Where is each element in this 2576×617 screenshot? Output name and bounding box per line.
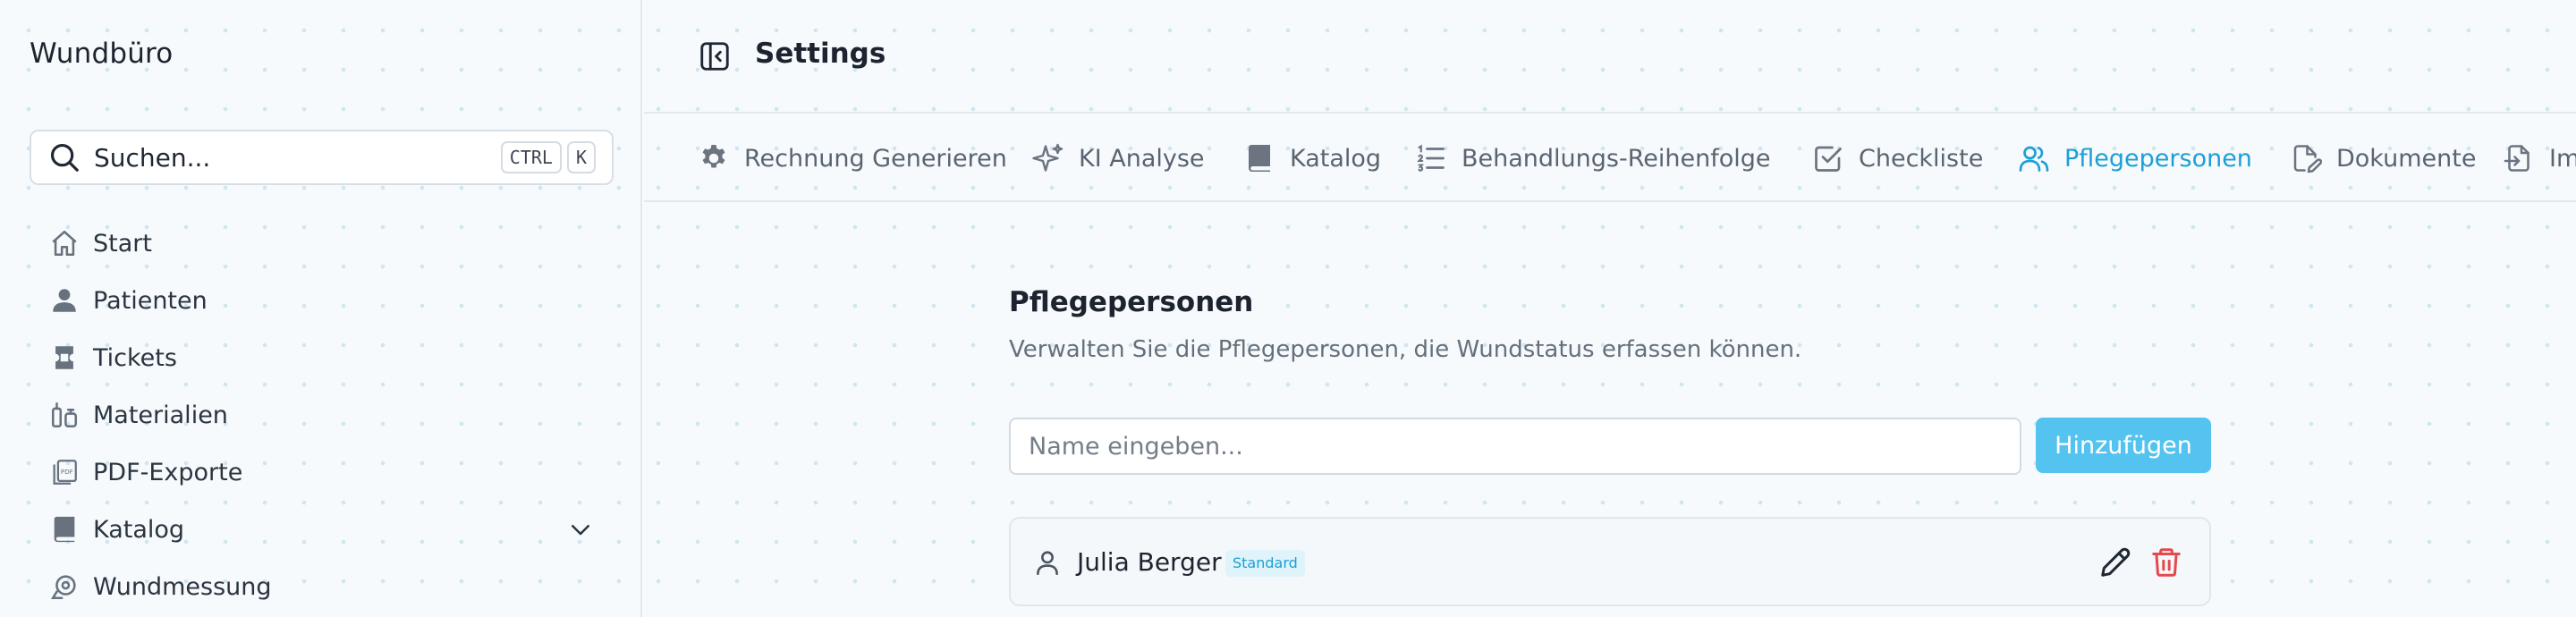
pdf-icon: PDF xyxy=(49,457,80,487)
add-caregiver-button[interactable]: Hinzufügen xyxy=(2036,418,2211,473)
status-badge: Standard xyxy=(1225,550,1305,577)
checkbox-icon xyxy=(1812,142,1844,174)
add-caregiver-row: Hinzufügen xyxy=(1009,418,2211,475)
sidebar-item-label: Wundmessung xyxy=(93,572,272,601)
import-icon xyxy=(2503,142,2535,174)
sidebar-nav: Start Patienten Tickets Materialien PDF … xyxy=(30,215,614,615)
sidebar-item-label: Materialien xyxy=(93,401,228,429)
tab-label: Checkliste xyxy=(1859,144,1984,173)
sidebar-item-patienten[interactable]: Patienten xyxy=(30,272,614,329)
measure-icon xyxy=(49,571,80,602)
svg-text:PDF: PDF xyxy=(61,468,73,476)
tab-ki-analyse[interactable]: KI Analyse xyxy=(1032,114,1205,200)
tab-import[interactable]: Im xyxy=(2503,114,2576,200)
chevron-down-icon[interactable] xyxy=(567,516,594,543)
gear-icon xyxy=(698,142,730,174)
tab-rechnung-generieren[interactable]: Rechnung Generieren xyxy=(698,114,1007,200)
shortcut-key-k: K xyxy=(566,141,596,173)
sparkle-icon xyxy=(1032,142,1064,174)
tab-behandlungs-reihenfolge[interactable]: Behandlungs-Reihenfolge xyxy=(1415,114,1771,200)
sidebar-item-label: Katalog xyxy=(93,515,185,544)
pencil-icon[interactable] xyxy=(2098,545,2132,579)
sidebar-item-wundmessung[interactable]: Wundmessung xyxy=(30,558,614,615)
materials-icon xyxy=(49,400,80,430)
search-icon xyxy=(47,140,81,174)
user-icon xyxy=(1032,547,1063,578)
list-item: Julia Berger Standard xyxy=(1009,517,2211,606)
sidebar: Wundbüro Suchen... CTRL K Start Patiente… xyxy=(0,0,642,617)
home-icon xyxy=(49,228,80,258)
tab-label: Dokumente xyxy=(2336,144,2477,173)
tab-label: Rechnung Generieren xyxy=(744,144,1007,173)
sidebar-item-label: PDF-Exporte xyxy=(93,458,243,486)
sidebar-item-tickets[interactable]: Tickets xyxy=(30,329,614,386)
tab-label: Im xyxy=(2549,144,2576,173)
sidebar-item-start[interactable]: Start xyxy=(30,215,614,272)
app-brand: Wundbüro xyxy=(30,38,174,70)
tab-label: Pflegepersonen xyxy=(2064,144,2252,173)
tab-checkliste[interactable]: Checkliste xyxy=(1812,114,1984,200)
tab-dokumente[interactable]: Dokumente xyxy=(2290,114,2477,200)
name-input[interactable] xyxy=(1009,418,2021,475)
tab-label: Katalog xyxy=(1290,144,1382,173)
page-title: Settings xyxy=(755,38,886,70)
tab-katalog[interactable]: Katalog xyxy=(1243,114,1382,200)
ordered-list-icon xyxy=(1415,142,1447,174)
sidebar-item-pdf-exporte[interactable]: PDF PDF-Exporte xyxy=(30,444,614,501)
sidebar-item-label: Patienten xyxy=(93,286,208,315)
document-edit-icon xyxy=(2290,142,2322,174)
tab-label: Behandlungs-Reihenfolge xyxy=(1462,144,1771,173)
section-subtitle: Verwalten Sie die Pflegepersonen, die Wu… xyxy=(1009,336,1802,363)
tab-pflegepersonen[interactable]: Pflegepersonen xyxy=(2018,114,2252,200)
sidebar-item-materialien[interactable]: Materialien xyxy=(30,386,614,444)
search-box[interactable]: Suchen... CTRL K xyxy=(30,130,614,185)
tab-label: KI Analyse xyxy=(1079,144,1205,173)
top-bar: Settings xyxy=(644,0,2576,114)
caregiver-name: Julia Berger xyxy=(1077,547,1222,577)
ticket-icon xyxy=(49,342,80,373)
section-title: Pflegepersonen xyxy=(1009,286,1254,318)
sidebar-toggle-icon[interactable] xyxy=(698,39,732,73)
shortcut-key-ctrl: CTRL xyxy=(500,141,562,173)
caregivers-section: Pflegepersonen Verwalten Sie die Pflegep… xyxy=(1009,286,2211,363)
settings-tabs: Rechnung Generieren KI Analyse Katalog B… xyxy=(644,114,2576,202)
users-icon xyxy=(2018,142,2050,174)
sidebar-item-label: Tickets xyxy=(93,343,177,372)
user-icon xyxy=(49,285,80,316)
sidebar-item-katalog[interactable]: Katalog xyxy=(30,501,614,558)
search-label: Suchen... xyxy=(94,142,211,173)
sidebar-item-label: Start xyxy=(93,229,152,258)
book-icon xyxy=(1243,142,1275,174)
book-icon xyxy=(49,514,80,545)
trash-icon[interactable] xyxy=(2149,545,2183,579)
